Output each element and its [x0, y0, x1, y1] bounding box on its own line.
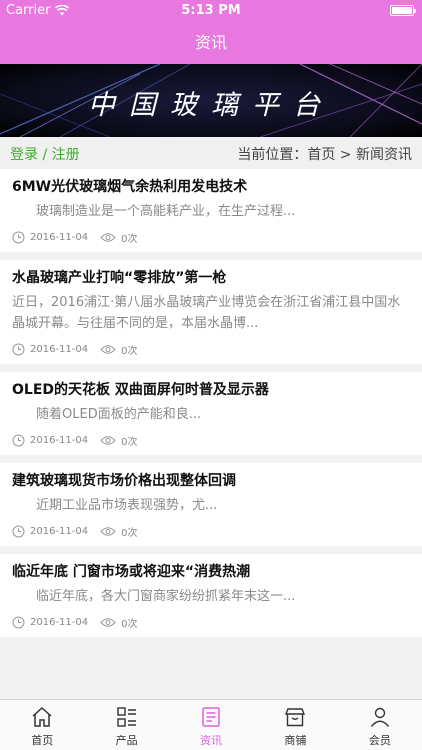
article-summary: 近日，2016浦江·第八届水晶玻璃产业博览会在浙江省浦江县中国水晶城开幕。与往届…	[12, 295, 401, 331]
shop-icon	[285, 708, 306, 727]
article-meta: 2016-11-04 0次	[12, 334, 410, 364]
article-views: 0次	[121, 527, 138, 539]
battery-icon	[390, 5, 416, 16]
clock-icon	[12, 343, 25, 356]
list-item[interactable]: 建筑玻璃现货市场价格出现整体回调 近期工业品市场表现强势，尤... 2016-1…	[0, 463, 422, 546]
tab-member[interactable]: 会员	[338, 700, 422, 750]
article-title: 6MW光伏玻璃烟气余热利用发电技术	[12, 179, 248, 195]
list-item[interactable]: 6MW光伏玻璃烟气余热利用发电技术 玻璃制造业是一个高能耗产业，在生产过程...…	[0, 169, 422, 252]
clock-icon	[12, 231, 25, 244]
user-icon	[370, 707, 389, 727]
eye-icon	[100, 435, 116, 446]
tab-bar: 首页 产品 资讯 商铺 会员	[0, 699, 422, 750]
article-views: 0次	[121, 345, 138, 357]
article-meta: 2016-11-04 0次	[12, 425, 410, 455]
tab-label: 首页	[31, 734, 54, 747]
article-summary: 玻璃制造业是一个高能耗产业，在生产过程...	[36, 204, 296, 219]
tab-home[interactable]: 首页	[0, 700, 84, 750]
grid-list-icon	[116, 707, 136, 727]
article-date: 2016-11-04	[30, 616, 89, 628]
banner-title: 中国玻璃平台	[88, 90, 334, 121]
banner[interactable]: 中国玻璃平台	[0, 64, 422, 137]
eye-icon	[100, 526, 116, 537]
article-list: 6MW光伏玻璃烟气余热利用发电技术 玻璃制造业是一个高能耗产业，在生产过程...…	[0, 169, 422, 645]
status-bar: Carrier 5:13 PM	[0, 0, 422, 22]
news-icon	[202, 707, 220, 727]
article-title: 水晶玻璃产业打响“零排放”第一枪	[12, 270, 227, 286]
home-icon	[32, 706, 52, 727]
list-item[interactable]: 水晶玻璃产业打响“零排放”第一枪 近日，2016浦江·第八届水晶玻璃产业博览会在…	[0, 260, 422, 364]
breadcrumb: 当前位置：首页 > 新闻资讯	[237, 147, 412, 163]
article-meta: 2016-11-04 0次	[12, 607, 410, 637]
tab-shops[interactable]: 商铺	[253, 700, 337, 750]
list-item[interactable]: 临近年底 门窗市场或将迎来“消费热潮 临近年底，各大门窗商家纷纷抓紧年末这一..…	[0, 554, 422, 637]
eye-icon	[100, 617, 116, 628]
status-time: 5:13 PM	[181, 3, 241, 18]
article-date: 2016-11-04	[30, 525, 89, 537]
eye-icon	[100, 344, 116, 355]
tab-label: 产品	[115, 734, 138, 747]
article-title: 建筑玻璃现货市场价格出现整体回调	[12, 473, 236, 489]
nav-bar: 资讯	[0, 22, 422, 64]
list-item[interactable]: OLED的天花板 双曲面屏何时普及显示器 随着OLED面板的产能和良... 20…	[0, 372, 422, 455]
login-register-link[interactable]: 登录 / 注册	[10, 144, 80, 164]
article-summary: 临近年底，各大门窗商家纷纷抓紧年末这一...	[36, 589, 296, 604]
tab-label: 资讯	[200, 734, 223, 747]
tab-products[interactable]: 产品	[84, 700, 168, 750]
clock-icon	[12, 525, 25, 538]
article-summary: 近期工业品市场表现强势，尤...	[36, 498, 218, 513]
article-views: 0次	[121, 233, 138, 245]
article-meta: 2016-11-04 0次	[12, 516, 410, 546]
article-meta: 2016-11-04 0次	[12, 222, 410, 252]
clock-icon	[12, 434, 25, 447]
article-date: 2016-11-04	[30, 231, 89, 243]
tab-news[interactable]: 资讯	[169, 700, 253, 750]
article-title: OLED的天花板 双曲面屏何时普及显示器	[12, 382, 269, 398]
article-views: 0次	[121, 618, 138, 630]
article-date: 2016-11-04	[30, 343, 89, 355]
tab-label: 会员	[368, 734, 391, 747]
article-views: 0次	[121, 436, 138, 448]
tab-label: 商铺	[284, 734, 307, 747]
eye-icon	[100, 232, 116, 243]
article-title: 临近年底 门窗市场或将迎来“消费热潮	[12, 564, 251, 580]
sub-header: 登录 / 注册 当前位置：首页 > 新闻资讯	[0, 137, 422, 169]
article-date: 2016-11-04	[30, 434, 89, 446]
page-title: 资讯	[194, 33, 227, 52]
article-summary: 随着OLED面板的产能和良...	[36, 407, 202, 422]
clock-icon	[12, 616, 25, 629]
